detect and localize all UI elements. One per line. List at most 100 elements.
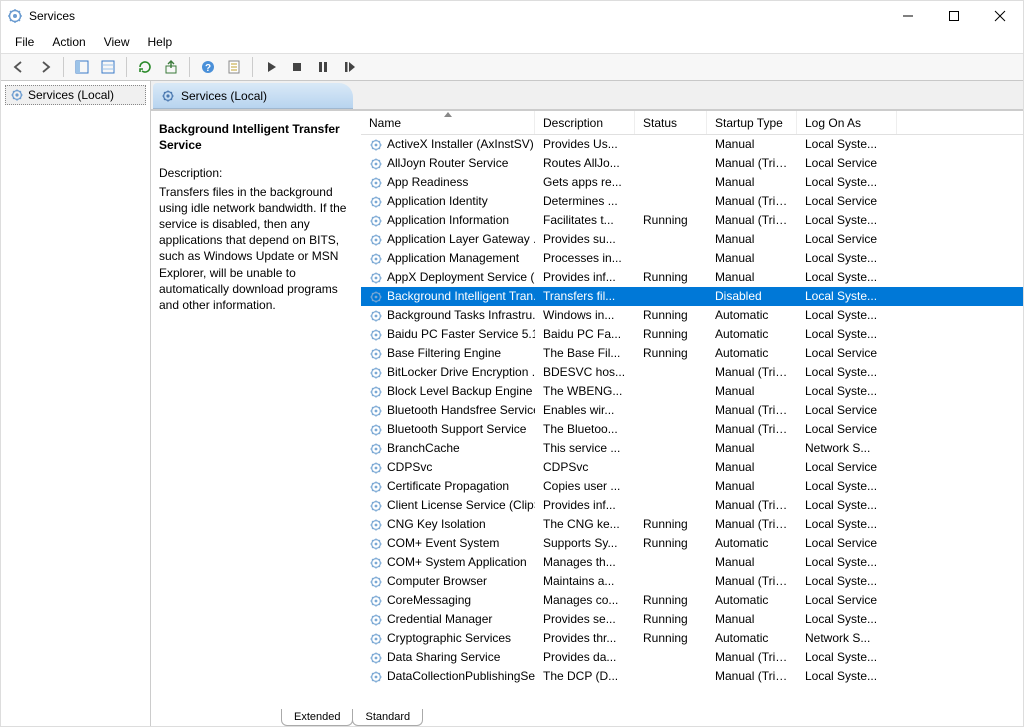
service-row[interactable]: Cryptographic ServicesProvides thr...Run…	[361, 629, 1023, 648]
stop-service-button[interactable]	[285, 55, 309, 79]
service-row[interactable]: CNG Key IsolationThe CNG ke...RunningMan…	[361, 515, 1023, 534]
list-rows[interactable]: ActiveX Installer (AxInstSV)Provides Us.…	[361, 135, 1023, 704]
service-row[interactable]: Certificate PropagationCopies user ...Ma…	[361, 477, 1023, 496]
cell-name: AllJoyn Router Service	[361, 154, 535, 173]
service-row[interactable]: BranchCacheThis service ...ManualNetwork…	[361, 439, 1023, 458]
cell-status	[635, 154, 707, 173]
cell-status	[635, 173, 707, 192]
gear-icon	[369, 651, 383, 665]
show-hide-tree-button[interactable]	[70, 55, 94, 79]
cell-logon: Local Syste...	[797, 306, 897, 325]
service-row[interactable]: Client License Service (ClipS...Provides…	[361, 496, 1023, 515]
start-service-button[interactable]	[259, 55, 283, 79]
cell-status	[635, 439, 707, 458]
menu-file[interactable]: File	[7, 33, 42, 51]
service-row[interactable]: Base Filtering EngineThe Base Fil...Runn…	[361, 344, 1023, 363]
properties-button[interactable]	[222, 55, 246, 79]
service-row[interactable]: BitLocker Drive Encryption ...BDESVC hos…	[361, 363, 1023, 382]
forward-button[interactable]	[33, 55, 57, 79]
col-startup[interactable]: Startup Type	[707, 111, 797, 134]
col-name[interactable]: Name	[361, 111, 535, 134]
cell-status: Running	[635, 344, 707, 363]
tab-extended[interactable]: Extended	[281, 709, 353, 726]
app-gear-icon	[7, 8, 23, 24]
console-tree[interactable]: Services (Local)	[1, 81, 151, 726]
close-button[interactable]	[977, 1, 1023, 31]
cell-description: Provides thr...	[535, 629, 635, 648]
gear-icon	[369, 518, 383, 532]
menu-help[interactable]: Help	[140, 33, 181, 51]
gear-icon	[369, 461, 383, 475]
cell-startup: Manual	[707, 553, 797, 572]
cell-logon: Local Syste...	[797, 572, 897, 591]
service-row[interactable]: Block Level Backup Engine ...The WBENG..…	[361, 382, 1023, 401]
service-row[interactable]: DataCollectionPublishingSe...The DCP (D.…	[361, 667, 1023, 686]
menu-action[interactable]: Action	[44, 33, 93, 51]
service-row[interactable]: App ReadinessGets apps re...ManualLocal …	[361, 173, 1023, 192]
service-row[interactable]: AppX Deployment Service (...Provides inf…	[361, 268, 1023, 287]
col-description[interactable]: Description	[535, 111, 635, 134]
tree-root-label: Services (Local)	[28, 88, 114, 102]
cell-status: Running	[635, 591, 707, 610]
help-button[interactable]: ?	[196, 55, 220, 79]
svg-text:?: ?	[205, 63, 211, 74]
cell-status: Running	[635, 515, 707, 534]
cell-startup: Manual	[707, 249, 797, 268]
refresh-button[interactable]	[133, 55, 157, 79]
service-row[interactable]: Background Tasks Infrastru...Windows in.…	[361, 306, 1023, 325]
cell-status: Running	[635, 211, 707, 230]
cell-startup: Manual (Trig...	[707, 515, 797, 534]
list-header: Name Description Status Startup Type Log…	[361, 111, 1023, 135]
minimize-button[interactable]	[885, 1, 931, 31]
cell-logon: Local Service	[797, 534, 897, 553]
menu-view[interactable]: View	[96, 33, 138, 51]
cell-startup: Manual (Trig...	[707, 496, 797, 515]
cell-name: CDPSvc	[361, 458, 535, 477]
cell-status	[635, 667, 707, 686]
service-row[interactable]: ActiveX Installer (AxInstSV)Provides Us.…	[361, 135, 1023, 154]
service-row[interactable]: Credential ManagerProvides se...RunningM…	[361, 610, 1023, 629]
gear-icon	[369, 499, 383, 513]
col-logon[interactable]: Log On As	[797, 111, 897, 134]
service-row[interactable]: Application Layer Gateway ...Provides su…	[361, 230, 1023, 249]
cell-name: App Readiness	[361, 173, 535, 192]
cell-description: This service ...	[535, 439, 635, 458]
cell-status	[635, 363, 707, 382]
service-row[interactable]: Computer BrowserMaintains a...Manual (Tr…	[361, 572, 1023, 591]
cell-name: Baidu PC Faster Service 5.1....	[361, 325, 535, 344]
cell-description: Gets apps re...	[535, 173, 635, 192]
col-status[interactable]: Status	[635, 111, 707, 134]
detail-title: Background Intelligent Transfer Service	[159, 121, 353, 153]
service-row[interactable]: AllJoyn Router ServiceRoutes AllJo...Man…	[361, 154, 1023, 173]
tree-root-services[interactable]: Services (Local)	[5, 85, 146, 105]
cell-startup: Manual (Trig...	[707, 648, 797, 667]
cell-startup: Manual (Trig...	[707, 572, 797, 591]
service-row[interactable]: Application IdentityDetermines ...Manual…	[361, 192, 1023, 211]
gear-icon	[369, 157, 383, 171]
service-row[interactable]: COM+ Event SystemSupports Sy...RunningAu…	[361, 534, 1023, 553]
service-row[interactable]: Data Sharing ServiceProvides da...Manual…	[361, 648, 1023, 667]
service-row[interactable]: Bluetooth Handsfree ServiceEnables wir..…	[361, 401, 1023, 420]
service-row[interactable]: Bluetooth Support ServiceThe Bluetoo...M…	[361, 420, 1023, 439]
maximize-button[interactable]	[931, 1, 977, 31]
cell-status	[635, 401, 707, 420]
cell-status	[635, 420, 707, 439]
service-row[interactable]: CoreMessagingManages co...RunningAutomat…	[361, 591, 1023, 610]
tab-standard[interactable]: Standard	[352, 709, 423, 726]
service-row[interactable]: Application ManagementProcesses in...Man…	[361, 249, 1023, 268]
export-button[interactable]	[159, 55, 183, 79]
service-row[interactable]: CDPSvcCDPSvcManualLocal Service	[361, 458, 1023, 477]
service-row[interactable]: Baidu PC Faster Service 5.1....Baidu PC …	[361, 325, 1023, 344]
service-row[interactable]: Application InformationFacilitates t...R…	[361, 211, 1023, 230]
service-row[interactable]: Background Intelligent Tran...Transfers …	[361, 287, 1023, 306]
pause-service-button[interactable]	[311, 55, 335, 79]
details-button[interactable]	[96, 55, 120, 79]
cell-name: Client License Service (ClipS...	[361, 496, 535, 515]
back-button[interactable]	[7, 55, 31, 79]
cell-name: Application Information	[361, 211, 535, 230]
service-row[interactable]: COM+ System ApplicationManages th...Manu…	[361, 553, 1023, 572]
cell-description: Provides se...	[535, 610, 635, 629]
restart-service-button[interactable]	[337, 55, 361, 79]
gear-icon	[161, 89, 175, 103]
cell-logon: Local Syste...	[797, 211, 897, 230]
